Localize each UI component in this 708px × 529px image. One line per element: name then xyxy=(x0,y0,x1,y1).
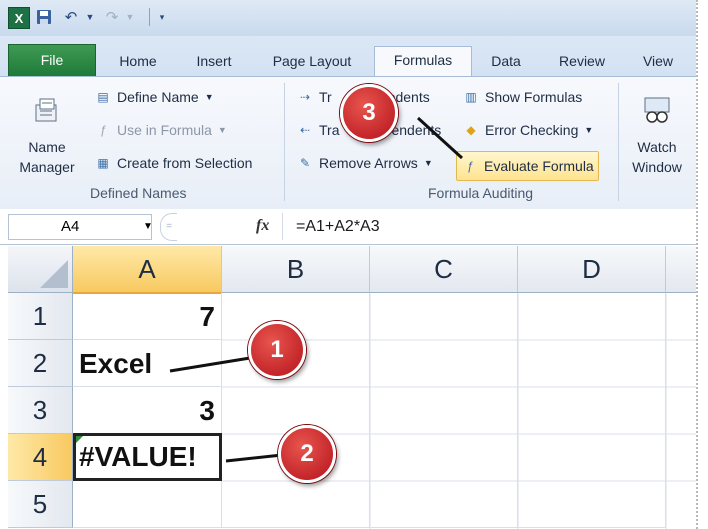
callout-pointers xyxy=(169,116,464,463)
callout-step-2: 2 xyxy=(278,425,336,483)
torn-edge xyxy=(696,0,708,529)
callout-step-1: 1 xyxy=(248,321,306,379)
callout-step-3: 3 xyxy=(340,84,398,142)
